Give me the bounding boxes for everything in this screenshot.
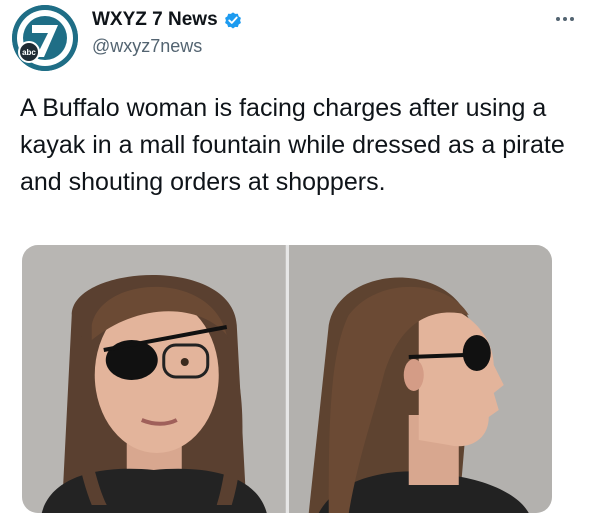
tweet-text: A Buffalo woman is facing charges after … <box>20 94 565 196</box>
tweet-media[interactable] <box>22 245 552 513</box>
verified-badge-icon <box>223 10 243 30</box>
author-name-row: WXYZ 7 News <box>92 8 243 32</box>
wxyz-7-abc-logo-icon: abc <box>12 5 78 71</box>
display-name[interactable]: WXYZ 7 News <box>92 9 218 31</box>
profile-avatar[interactable]: abc <box>12 5 78 71</box>
avatar-logo-text: abc <box>22 48 36 57</box>
tweet-card[interactable]: abc WXYZ 7 News @wxyz7news A Buffalo wom… <box>0 0 590 513</box>
author-handle[interactable]: @wxyz7news <box>92 36 202 57</box>
more-horizontal-icon[interactable] <box>553 10 577 28</box>
mugshot-profile-photo[interactable] <box>288 245 552 513</box>
mugshot-front-photo[interactable] <box>22 245 286 513</box>
